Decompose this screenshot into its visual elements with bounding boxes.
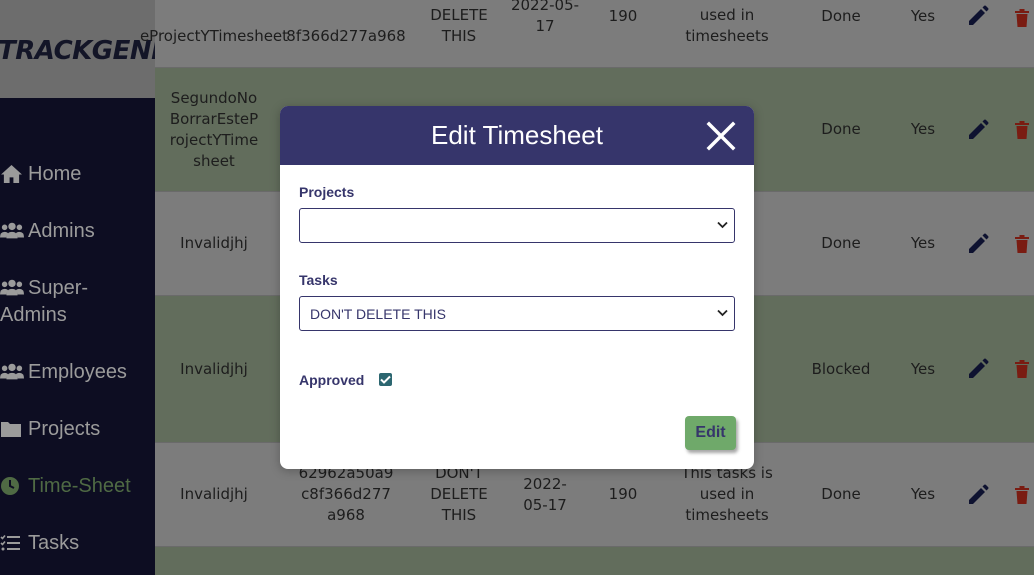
sidebar-item-home[interactable]: Home	[0, 161, 150, 187]
sidebar-item-label: Projects	[28, 418, 101, 440]
projects-label: Projects	[299, 184, 355, 200]
users-icon	[0, 275, 24, 301]
cell-status: Done	[821, 7, 861, 25]
pencil-icon[interactable]	[963, 443, 993, 546]
sidebar-item-admins[interactable]: Admins	[0, 218, 150, 244]
modal-header: Edit Timesheet	[280, 106, 754, 165]
trash-icon[interactable]	[1010, 192, 1034, 295]
sidebar-item-tasks[interactable]: Tasks	[0, 530, 150, 556]
cell-status: Done	[821, 120, 861, 138]
close-icon	[706, 121, 736, 151]
sidebar-item-employees[interactable]: Employees	[0, 359, 150, 385]
sidebar-item-super-admins[interactable]: Super-	[0, 275, 150, 301]
approved-label: Approved	[299, 372, 365, 388]
chevron-down-icon	[717, 309, 728, 317]
table-row: eProjectYTimesheet 8f366d277a968 DELETE …	[139, 0, 1034, 68]
sidebar-item-label: Employees	[28, 361, 127, 383]
tasks-select[interactable]: DON'T DELETE THIS	[299, 296, 735, 331]
cell-hours: 190	[608, 7, 638, 25]
cell-project: SegundoNoBorrarEsteProjectYTimesheet	[169, 88, 259, 170]
home-icon	[0, 161, 24, 187]
pencil-icon[interactable]	[963, 296, 993, 442]
edit-timesheet-modal: Edit Timesheet Projects Tasks DON'T DELE…	[280, 106, 754, 469]
sidebar-item-label: Admins	[28, 220, 95, 242]
sidebar-item-projects[interactable]: Projects	[0, 416, 150, 442]
cell-id: 8f366d277a968	[286, 27, 406, 45]
logo[interactable]: TRACKGENIX	[0, 36, 155, 66]
sidebar-item-label: Time-Sheet	[28, 475, 131, 497]
pencil-icon[interactable]	[963, 192, 993, 295]
users-icon	[0, 218, 24, 244]
close-button[interactable]	[704, 119, 738, 153]
cell-approved: Yes	[910, 359, 936, 378]
cell-status: Done	[821, 485, 861, 503]
sidebar-item-label: Admins	[0, 304, 67, 326]
modal-title: Edit Timesheet	[431, 120, 603, 150]
sidebar-item-label: Super-	[28, 277, 89, 299]
users-icon	[0, 359, 24, 385]
cell-approved: Yes	[910, 485, 936, 503]
trash-icon[interactable]	[1010, 0, 1034, 67]
sidebar: TRACKGENIX Home Admins Super- Admins Emp…	[0, 0, 155, 575]
cell-approved: Yes	[910, 120, 936, 138]
sidebar-item-time-sheet[interactable]: Time-Sheet	[0, 473, 150, 499]
cell-date: 2022-05-17	[510, 0, 580, 35]
cell-task: DELETE THIS	[430, 6, 488, 45]
cell-approved: Yes	[910, 234, 936, 252]
cell-project: Invalidjhj	[180, 359, 248, 378]
chevron-down-icon	[717, 221, 728, 229]
logo-area: TRACKGENIX	[0, 0, 155, 98]
edit-button[interactable]: Edit	[685, 416, 736, 450]
cell-status: Blocked	[811, 359, 871, 378]
trash-icon[interactable]	[1010, 68, 1034, 191]
tasks-icon	[0, 530, 24, 556]
pencil-icon[interactable]	[963, 0, 993, 67]
cell-project: Invalidjhj	[180, 485, 248, 503]
tasks-select-value: DON'T DELETE THIS	[310, 305, 446, 322]
approved-checkbox[interactable]	[379, 373, 392, 386]
checkmark-icon	[380, 375, 391, 384]
sidebar-item-label: Tasks	[28, 532, 80, 554]
clock-icon	[0, 473, 24, 499]
table-row	[155, 547, 1034, 575]
projects-select[interactable]	[299, 208, 735, 243]
tasks-label: Tasks	[299, 272, 338, 288]
folder-icon	[0, 416, 24, 442]
cell-description: used in timesheets	[685, 6, 769, 45]
cell-status: Done	[821, 234, 861, 252]
sidebar-item-super-admins-line2[interactable]: Admins	[0, 302, 150, 328]
trash-icon[interactable]	[1010, 443, 1034, 546]
cell-project: Invalidjhj	[180, 234, 248, 252]
pencil-icon[interactable]	[963, 68, 993, 191]
cell-project: eProjectYTimesheet	[139, 27, 289, 45]
cell-approved: Yes	[910, 7, 936, 25]
sidebar-item-label: Home	[28, 163, 82, 185]
trash-icon[interactable]	[1010, 296, 1034, 442]
